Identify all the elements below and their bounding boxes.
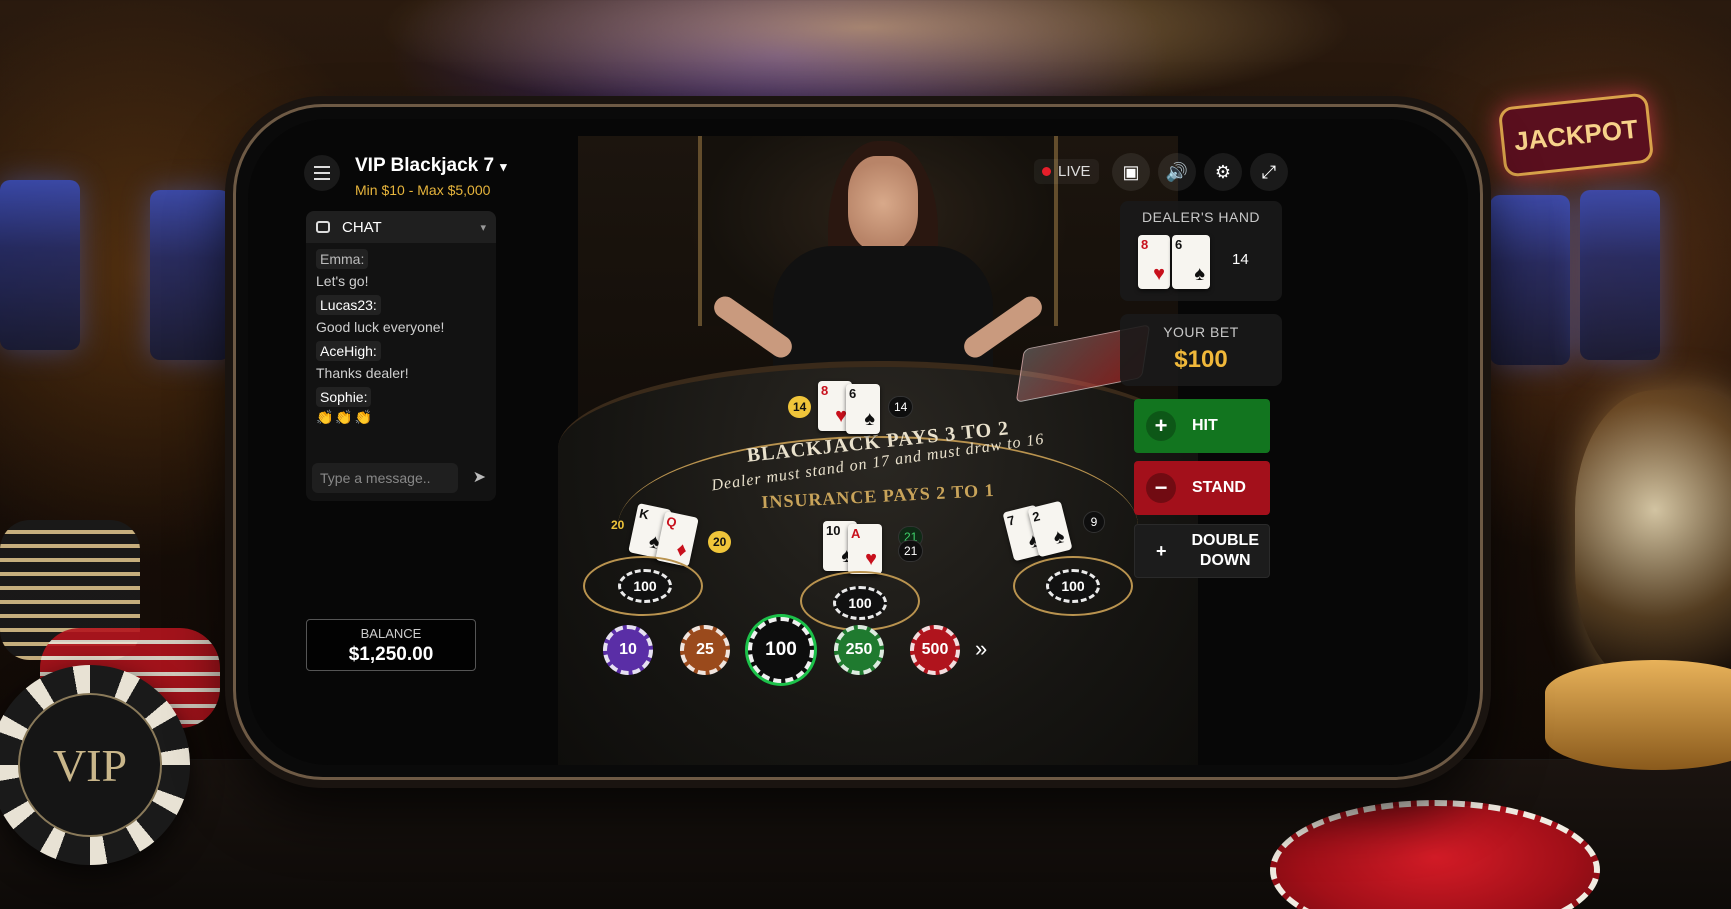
dealer-card: 6 ♠ (846, 384, 880, 434)
chip-25[interactable]: 25 (680, 625, 730, 675)
double-down-button[interactable]: + DOUBLE DOWN (1134, 524, 1270, 578)
chat-message: Lucas23: Good luck everyone! (306, 289, 496, 335)
balance-value: $1,250.00 (348, 644, 434, 665)
your-bet-value: $100 (1174, 346, 1228, 373)
slot-machine (0, 180, 80, 350)
chevron-down-icon: ▾ (500, 159, 507, 174)
hit-label: HIT (1192, 417, 1218, 434)
chat-icon (316, 221, 330, 233)
sound-button[interactable]: 🔊 (1158, 153, 1196, 191)
chat-header[interactable]: CHAT ▾ (306, 211, 496, 243)
seat-2-card: A ♥ (848, 524, 882, 574)
minus-icon: − (1146, 473, 1176, 503)
live-label: LIVE (1058, 163, 1091, 180)
gear-icon: ⚙ (1214, 161, 1232, 182)
chat-message: Sophie: 👏👏👏 (306, 381, 496, 426)
table-limits: Min $10 - Max $5,000 (355, 182, 491, 198)
stand-label: STAND (1192, 479, 1246, 496)
chat-username: Lucas23: (316, 295, 381, 315)
crystal-decoration (1575, 390, 1731, 690)
your-bet-panel: YOUR BET $100 (1120, 314, 1282, 386)
slot-machine (1580, 190, 1660, 360)
chat-text: Thanks dealer! (316, 365, 409, 381)
chip-500[interactable]: 500 (910, 625, 960, 675)
balance-box: BALANCE $1,250.00 (306, 619, 476, 671)
table-name: VIP Blackjack 7 (355, 155, 495, 176)
chip-100[interactable]: 100 (748, 617, 814, 683)
plus-icon: + (1146, 411, 1176, 441)
game-screen: BLACKJACK PAYS 3 TO 2 Dealer must stand … (248, 119, 1468, 765)
double-icon: + (1155, 540, 1167, 561)
seat-3-bet-chip: 100 (1046, 569, 1100, 603)
chat-username: Emma: (316, 249, 369, 269)
chevron-down-icon: ▾ (480, 221, 486, 234)
dealer-panel-card: 8 ♥ (1138, 235, 1170, 289)
seat-2-bet-chip: 100 (833, 586, 887, 620)
video-icon: ▣ (1122, 161, 1140, 182)
seat-3-total: 9 (1083, 511, 1105, 533)
sound-icon: 🔊 (1165, 161, 1189, 182)
chat-message: AceHigh: Thanks dealer! (306, 335, 496, 381)
dealer-face (848, 156, 918, 251)
crystal-base (1545, 660, 1731, 770)
balance-label: BALANCE (360, 626, 422, 641)
dealer-hand-total: 14 (1232, 251, 1249, 268)
chat-username: AceHigh: (316, 341, 381, 361)
vip-chip-label: VIP (18, 693, 162, 837)
menu-button[interactable] (304, 155, 340, 191)
video-button[interactable]: ▣ (1112, 153, 1150, 191)
stand-button[interactable]: − STAND (1134, 461, 1270, 515)
chat-title: CHAT (342, 218, 382, 236)
chat-input[interactable]: Type a message.. (312, 463, 458, 493)
your-bet-label: YOUR BET (1163, 324, 1239, 340)
seat-1-total: 20 (708, 531, 732, 553)
slot-machine (150, 190, 230, 360)
fullscreen-icon: ⤢ (1261, 161, 1277, 182)
fullscreen-button[interactable]: ⤢ (1250, 153, 1288, 191)
more-chips-icon[interactable]: » (975, 636, 987, 662)
settings-button[interactable]: ⚙ (1204, 153, 1242, 191)
jackpot-sign: JACKPOT (1497, 92, 1655, 178)
chip-250[interactable]: 250 (834, 625, 884, 675)
seat-2-total: 21 (898, 540, 924, 562)
double-down-label: DOUBLE DOWN (1191, 532, 1259, 569)
dealer-panel-card: 6 ♠ (1172, 235, 1210, 289)
chat-text: 👏👏👏 (316, 409, 375, 425)
dealer-total-pill: 14 (888, 396, 914, 418)
hit-button[interactable]: + HIT (1134, 399, 1270, 453)
send-icon[interactable]: ➤ (473, 467, 486, 487)
seat-1-bet-chip: 100 (618, 569, 672, 603)
chat-panel: CHAT ▾ Emma: Let's go! Lucas23: Good luc… (306, 211, 496, 501)
menu-icon (314, 166, 330, 168)
dealer-score-badge: 14 (788, 396, 812, 418)
phone-device: BLACKJACK PAYS 3 TO 2 Dealer must stand … (233, 104, 1483, 780)
chat-message: Emma: Let's go! (306, 243, 496, 289)
dealer-hand-label: DEALER'S HAND (1141, 209, 1261, 225)
live-dot-icon (1042, 167, 1051, 176)
dealer-hand-panel: DEALER'S HAND 8 ♥ 6 ♠ 14 (1120, 201, 1282, 301)
chat-text: Let's go! (316, 273, 369, 289)
table-selector[interactable]: VIP Blackjack 7 ▾ (355, 155, 507, 177)
live-indicator: LIVE (1034, 159, 1099, 184)
seat-1-score: 20 (611, 518, 625, 532)
chip-10[interactable]: 10 (603, 625, 653, 675)
chat-username: Sophie: (316, 387, 372, 407)
slot-machine (1490, 195, 1570, 365)
chat-text: Good luck everyone! (316, 319, 445, 335)
